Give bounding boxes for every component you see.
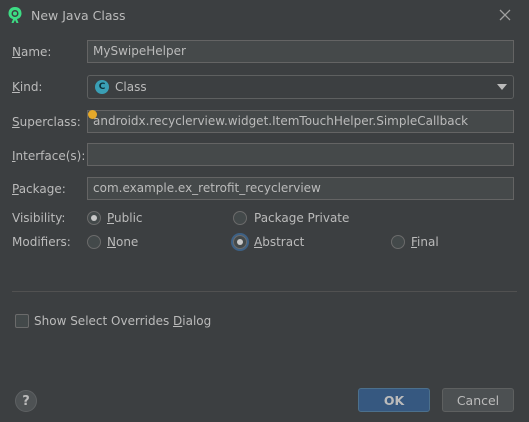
- name-field[interactable]: MySwipeHelper: [87, 40, 514, 63]
- warning-icon: [88, 110, 97, 119]
- title-bar: New Java Class: [0, 0, 529, 32]
- modifiers-label: Modifiers:: [12, 235, 71, 249]
- superclass-field[interactable]: androidx.recyclerview.widget.ItemTouchHe…: [87, 110, 514, 133]
- interfaces-label: Interface(s):: [12, 149, 86, 163]
- kind-label: Kind:: [12, 80, 43, 94]
- radio-public[interactable]: [87, 211, 101, 225]
- radio-none[interactable]: [87, 235, 101, 249]
- class-icon: C: [95, 80, 109, 94]
- ok-button[interactable]: OK: [358, 388, 430, 412]
- radio-package-private-label: Package Private: [254, 211, 350, 225]
- dropdown-arrow-icon: [497, 84, 507, 90]
- radio-abstract-label: Abstract: [254, 235, 305, 249]
- separator: [12, 291, 517, 292]
- radio-public-label: Public: [107, 211, 143, 225]
- close-icon: [499, 9, 511, 21]
- radio-package-private[interactable]: [233, 211, 247, 225]
- interfaces-field[interactable]: [87, 143, 514, 166]
- help-button[interactable]: ?: [15, 390, 37, 412]
- package-field[interactable]: com.example.ex_retrofit_recyclerview: [87, 177, 514, 200]
- kind-value: Class: [115, 80, 147, 94]
- kind-select[interactable]: C Class: [87, 75, 514, 99]
- name-label: Name:: [12, 45, 52, 59]
- radio-final-label: Final: [411, 235, 439, 249]
- visibility-label: Visibility:: [12, 211, 66, 225]
- show-overrides-label: Show Select Overrides Dialog: [34, 314, 212, 328]
- superclass-label: Superclass:: [12, 115, 81, 129]
- package-label: Package:: [12, 182, 66, 196]
- radio-final[interactable]: [391, 235, 405, 249]
- cancel-button[interactable]: Cancel: [442, 388, 514, 412]
- close-button[interactable]: [492, 3, 518, 27]
- radio-none-label: None: [107, 235, 139, 249]
- android-studio-icon: [8, 7, 22, 23]
- radio-abstract[interactable]: [233, 235, 247, 249]
- show-overrides-checkbox[interactable]: [15, 314, 29, 328]
- window-title: New Java Class: [31, 8, 126, 23]
